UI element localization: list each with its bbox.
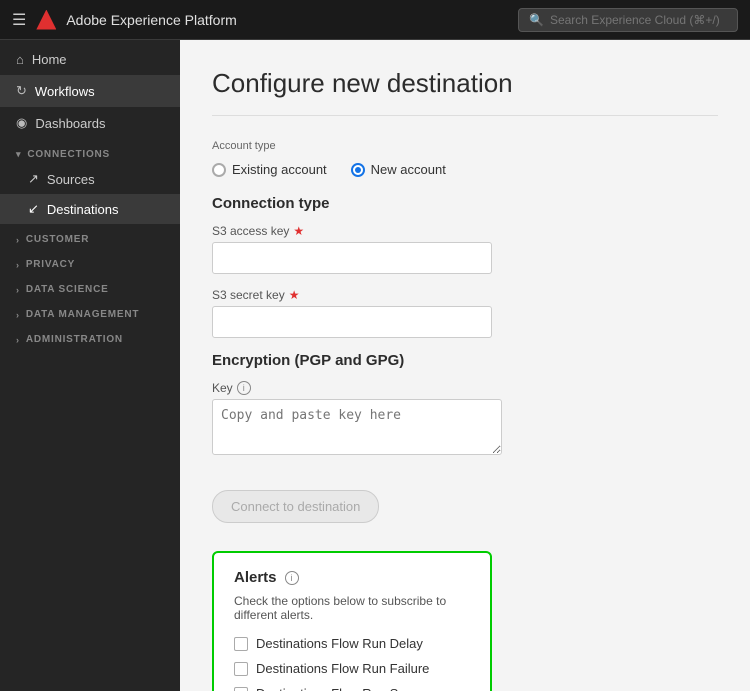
sidebar: ⌂ Home ↻ Workflows ◉ Dashboards ▾ CONNEC…	[0, 40, 180, 691]
page-title: Configure new destination	[212, 68, 718, 116]
section-administration[interactable]: › ADMINISTRATION	[0, 324, 180, 349]
section-connections[interactable]: ▾ CONNECTIONS	[0, 139, 180, 164]
search-icon: 🔍	[529, 13, 544, 27]
s3-secret-key-input[interactable]	[212, 306, 492, 338]
s3-access-key-input[interactable]	[212, 242, 492, 274]
sidebar-item-destinations[interactable]: ↙ Destinations	[0, 194, 180, 224]
sources-icon: ↗	[28, 171, 39, 187]
chevron-right-icon: ›	[16, 335, 20, 345]
key-label: Key i	[212, 381, 718, 395]
existing-account-radio[interactable]	[212, 163, 226, 177]
sidebar-item-workflows[interactable]: ↻ Workflows	[0, 75, 180, 107]
alerts-header: Alerts i	[234, 569, 470, 586]
account-type-radio-group: Existing account New account	[212, 162, 718, 177]
chevron-right-icon: ›	[16, 310, 20, 320]
s3-access-key-field: S3 access key ★	[212, 224, 718, 274]
connect-button[interactable]: Connect to destination	[212, 490, 379, 523]
existing-account-option[interactable]: Existing account	[212, 162, 327, 177]
adobe-logo	[36, 10, 56, 30]
connection-type-title: Connection type	[212, 195, 718, 212]
alerts-title: Alerts	[234, 569, 277, 586]
sidebar-item-dashboards[interactable]: ◉ Dashboards	[0, 107, 180, 139]
main-layout: ⌂ Home ↻ Workflows ◉ Dashboards ▾ CONNEC…	[0, 40, 750, 691]
menu-icon[interactable]: ☰	[12, 10, 26, 30]
content-area: Configure new destination Account type E…	[180, 40, 750, 691]
alerts-description: Check the options below to subscribe to …	[234, 594, 470, 622]
section-customer[interactable]: › CUSTOMER	[0, 224, 180, 249]
sidebar-item-home[interactable]: ⌂ Home	[0, 44, 180, 75]
new-account-radio[interactable]	[351, 163, 365, 177]
destinations-icon: ↙	[28, 201, 39, 217]
dashboards-icon: ◉	[16, 115, 27, 131]
chevron-right-icon: ›	[16, 285, 20, 295]
alerts-info-icon[interactable]: i	[285, 571, 299, 585]
chevron-down-icon: ▾	[16, 149, 21, 160]
encryption-section: Encryption (PGP and GPG) Key i	[212, 352, 718, 460]
key-field: Key i	[212, 381, 718, 460]
key-textarea[interactable]	[212, 399, 502, 455]
alert-checkbox-2[interactable]	[234, 687, 248, 691]
s3-secret-key-label: S3 secret key ★	[212, 288, 718, 302]
s3-access-key-label: S3 access key ★	[212, 224, 718, 238]
search-input[interactable]	[550, 13, 727, 27]
app-name: Adobe Experience Platform	[66, 12, 508, 28]
alert-checkbox-0[interactable]	[234, 637, 248, 651]
key-info-icon[interactable]: i	[237, 381, 251, 395]
chevron-right-icon: ›	[16, 260, 20, 270]
alerts-box: Alerts i Check the options below to subs…	[212, 551, 492, 691]
section-data-management[interactable]: › DATA MANAGEMENT	[0, 299, 180, 324]
topbar: ☰ Adobe Experience Platform 🔍	[0, 0, 750, 40]
section-data-science[interactable]: › DATA SCIENCE	[0, 274, 180, 299]
home-icon: ⌂	[16, 52, 24, 67]
alert-option-1[interactable]: Destinations Flow Run Failure	[234, 661, 470, 676]
alert-checkbox-1[interactable]	[234, 662, 248, 676]
encryption-title: Encryption (PGP and GPG)	[212, 352, 718, 369]
alert-label-1: Destinations Flow Run Failure	[256, 661, 429, 676]
new-account-option[interactable]: New account	[351, 162, 446, 177]
sidebar-item-sources[interactable]: ↗ Sources	[0, 164, 180, 194]
s3-secret-key-field: S3 secret key ★	[212, 288, 718, 338]
required-star-2: ★	[289, 288, 300, 302]
chevron-right-icon: ›	[16, 235, 20, 245]
alert-label-0: Destinations Flow Run Delay	[256, 636, 423, 651]
alert-label-2: Destinations Flow Run Success	[256, 686, 439, 691]
account-type-label: Account type	[212, 140, 718, 152]
search-bar[interactable]: 🔍	[518, 8, 738, 32]
alert-option-2[interactable]: Destinations Flow Run Success	[234, 686, 470, 691]
section-privacy[interactable]: › PRIVACY	[0, 249, 180, 274]
alert-option-0[interactable]: Destinations Flow Run Delay	[234, 636, 470, 651]
workflows-icon: ↻	[16, 83, 27, 99]
required-star: ★	[293, 224, 304, 238]
